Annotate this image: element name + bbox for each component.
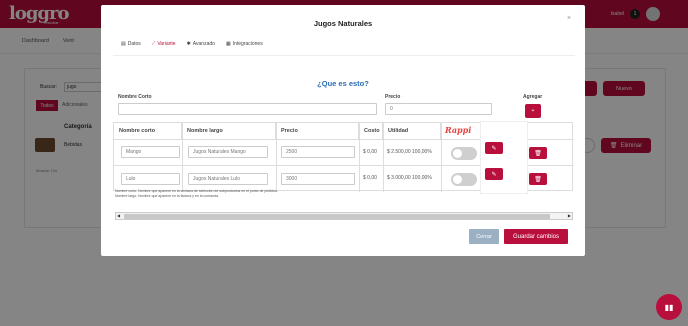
tab-integraciones-label: Integraciones [232, 41, 263, 47]
agregar-label: Agregar [523, 94, 543, 100]
divider [113, 55, 575, 56]
pencil-icon: ✎ [491, 171, 497, 178]
col-divider [276, 123, 277, 192]
row-nombre-largo-input[interactable]: Jugos Naturales Mango [188, 146, 268, 158]
variant-icon: ⟋ [151, 41, 156, 47]
row-nombre-largo-input[interactable]: Jugos Naturales Lulo [188, 173, 268, 185]
row-precio-input[interactable]: 2500 [281, 146, 355, 158]
row-utilidad: $ 3.000,00 100,00% [387, 175, 432, 181]
modal-title: Jugos Naturales [313, 19, 373, 28]
edit-variant-button[interactable]: ✎ [485, 142, 503, 154]
add-variant-button[interactable]: + [525, 104, 541, 118]
document-icon: ▤ [121, 41, 126, 47]
col-nombre-largo: Nombre largo [182, 123, 276, 139]
tab-datos[interactable]: ▤ Datos [121, 41, 141, 47]
scroll-left-icon[interactable]: ◀ [117, 213, 120, 218]
chat-icon[interactable]: ▮▮ [656, 294, 682, 320]
row-costo: $ 0,00 [363, 149, 377, 155]
scroll-right-icon[interactable]: ▶ [568, 213, 571, 218]
edit-variant-button[interactable]: ✎ [485, 168, 503, 180]
precio-input[interactable]: 0 [385, 103, 492, 115]
tab-datos-label: Datos [127, 41, 141, 47]
tab-variante-label: Variante [157, 41, 176, 47]
row-costo: $ 0,00 [363, 175, 377, 181]
col-precio: Precio [276, 123, 359, 139]
row-nombre-corto-input[interactable]: Mango [121, 146, 180, 158]
delete-variant-button[interactable]: 🗑 [529, 173, 547, 185]
nombre-corto-input[interactable] [118, 103, 377, 115]
col-divider [383, 123, 384, 192]
close-button[interactable]: Cerrar [469, 229, 499, 244]
trash-icon: 🗑 [534, 176, 542, 183]
horizontal-scrollbar[interactable]: ◀ ▶ [115, 212, 573, 220]
col-nombre-corto: Nombre corto [114, 123, 182, 139]
col-divider [359, 123, 360, 192]
scrollbar-thumb[interactable] [124, 214, 550, 219]
rappi-logo: Rappi [445, 125, 472, 135]
tab-variante[interactable]: ⟋ Variante [152, 41, 176, 47]
trash-icon: 🗑 [534, 150, 542, 157]
rappi-toggle[interactable] [451, 173, 477, 186]
rappi-toggle[interactable] [451, 147, 477, 160]
tab-integraciones[interactable]: ▦ Integraciones [226, 41, 263, 47]
tab-avanzado-label: Avanzado [192, 41, 215, 47]
delete-variant-button[interactable]: 🗑 [529, 147, 547, 159]
row-utilidad: $ 2.500,00 100,00% [387, 149, 432, 155]
col-divider [441, 123, 442, 192]
row-precio-input[interactable]: 3000 [281, 173, 355, 185]
pencil-icon: ✎ [491, 145, 497, 152]
close-icon[interactable]: × [567, 15, 571, 22]
gear-icon: ✱ [186, 41, 191, 47]
note-nombre-largo: Nombre largo: Nombre que aparece en la f… [115, 194, 219, 198]
col-costo: Costo [359, 123, 383, 139]
grid-icon: ▦ [225, 41, 231, 47]
col-utilidad: Utilidad [383, 123, 441, 139]
help-link[interactable]: ¿Que es esto? [101, 79, 585, 88]
note-nombre-corto: Nombre corto: Nombre que aparece en la v… [115, 189, 278, 193]
col-divider [182, 123, 183, 192]
nombre-corto-label: Nombre Corto [118, 94, 152, 100]
precio-label: Precio [385, 94, 401, 100]
modal-tabs: ▤ Datos ⟋ Variante ✱ Avanzado ▦ Integracione… [121, 41, 263, 47]
edit-column-highlight [481, 122, 527, 193]
row-nombre-corto-input[interactable]: Lulo [121, 173, 180, 185]
save-button[interactable]: Guardar cambios [504, 229, 568, 244]
variant-modal: Jugos Naturales × ▤ Datos ⟋ Variante ✱ Avan… [101, 5, 585, 256]
tab-avanzado[interactable]: ✱ Avanzado [187, 41, 215, 47]
